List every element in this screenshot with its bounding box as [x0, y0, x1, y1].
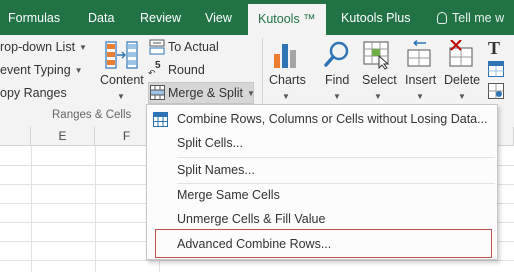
merge-split-menu: Combine Rows, Columns or Cells without L…	[146, 104, 498, 260]
chevron-down-icon: ▼	[374, 92, 382, 101]
grid-col-line	[95, 146, 96, 272]
to-actual-button[interactable]: To Actual	[168, 40, 219, 54]
chevron-down-icon: ▼	[247, 89, 255, 98]
insert-icon	[407, 40, 431, 67]
tab-review[interactable]: Review	[140, 0, 181, 35]
prevent-typing-label: event Typing	[0, 63, 71, 77]
menu-item-split-cells[interactable]: Split Cells...	[177, 136, 243, 150]
menu-separator	[177, 183, 495, 184]
round-icon-digit: 5	[155, 60, 161, 71]
tab-kutools[interactable]: Kutools ™	[248, 4, 326, 35]
charts-button[interactable]: Charts	[269, 73, 306, 87]
copy-ranges-button[interactable]: opy Ranges	[0, 86, 67, 100]
menu-item-unmerge-cells-fill-value[interactable]: Unmerge Cells & Fill Value	[177, 212, 325, 226]
tell-me-text: Tell me w	[452, 11, 505, 25]
chevron-down-icon: ▼	[282, 92, 290, 101]
text-tool-icon[interactable]: T	[488, 38, 500, 59]
lightbulb-icon	[437, 12, 447, 24]
menu-item-combine-rows-columns-cells[interactable]: Combine Rows, Columns or Cells without L…	[177, 112, 488, 126]
dropdown-list-label: rop-down List	[0, 40, 76, 54]
chevron-down-icon: ▼	[79, 43, 87, 52]
menu-item-advanced-combine-rows[interactable]: Advanced Combine Rows...	[177, 237, 331, 251]
link-cells-icon[interactable]	[488, 83, 504, 99]
col-header-d[interactable]	[0, 127, 31, 146]
prevent-typing-button[interactable]: event Typing ▼	[0, 63, 83, 77]
select-button[interactable]: Select	[362, 73, 397, 87]
merge-split-label: Merge & Split ▼	[168, 86, 255, 100]
col-header-e[interactable]: E	[31, 127, 95, 146]
tab-formulas[interactable]: Formulas	[8, 0, 60, 35]
select-cells-icon	[363, 41, 390, 70]
content-button[interactable]: Content	[100, 73, 144, 87]
magnifier-icon	[324, 41, 349, 67]
to-actual-icon	[149, 39, 165, 55]
round-button[interactable]: Round	[168, 63, 205, 77]
menu-item-merge-same-cells[interactable]: Merge Same Cells	[177, 188, 280, 202]
grid-col-line	[31, 146, 32, 272]
tab-view[interactable]: View	[205, 0, 232, 35]
tab-data[interactable]: Data	[88, 0, 114, 35]
chevron-down-icon: ▼	[117, 92, 125, 101]
format-table-icon[interactable]	[488, 61, 504, 77]
chevron-down-icon: ▼	[416, 92, 424, 101]
combine-cells-icon	[153, 112, 168, 127]
menu-item-split-names[interactable]: Split Names...	[177, 163, 255, 177]
chevron-down-icon: ▼	[333, 92, 341, 101]
merge-cells-icon	[150, 85, 165, 100]
chevron-down-icon: ▼	[74, 66, 83, 75]
delete-icon	[449, 40, 473, 67]
chevron-down-icon: ▼	[458, 92, 466, 101]
round-icon: ↶ 5	[148, 60, 161, 78]
ribbon-group-label: Ranges & Cells	[52, 109, 132, 121]
content-icon	[105, 41, 138, 69]
dropdown-list-button[interactable]: rop-down List ▼	[0, 40, 87, 54]
grid-row-line	[0, 260, 514, 261]
menu-separator	[177, 157, 495, 158]
merge-split-text: Merge & Split	[168, 86, 244, 100]
insert-button[interactable]: Insert	[405, 73, 436, 87]
charts-icon	[274, 44, 296, 68]
tell-me-box[interactable]: Tell me w	[437, 0, 504, 35]
find-button[interactable]: Find	[325, 73, 349, 87]
tab-kutools-plus[interactable]: Kutools Plus	[341, 0, 410, 35]
delete-button[interactable]: Delete	[444, 73, 480, 87]
